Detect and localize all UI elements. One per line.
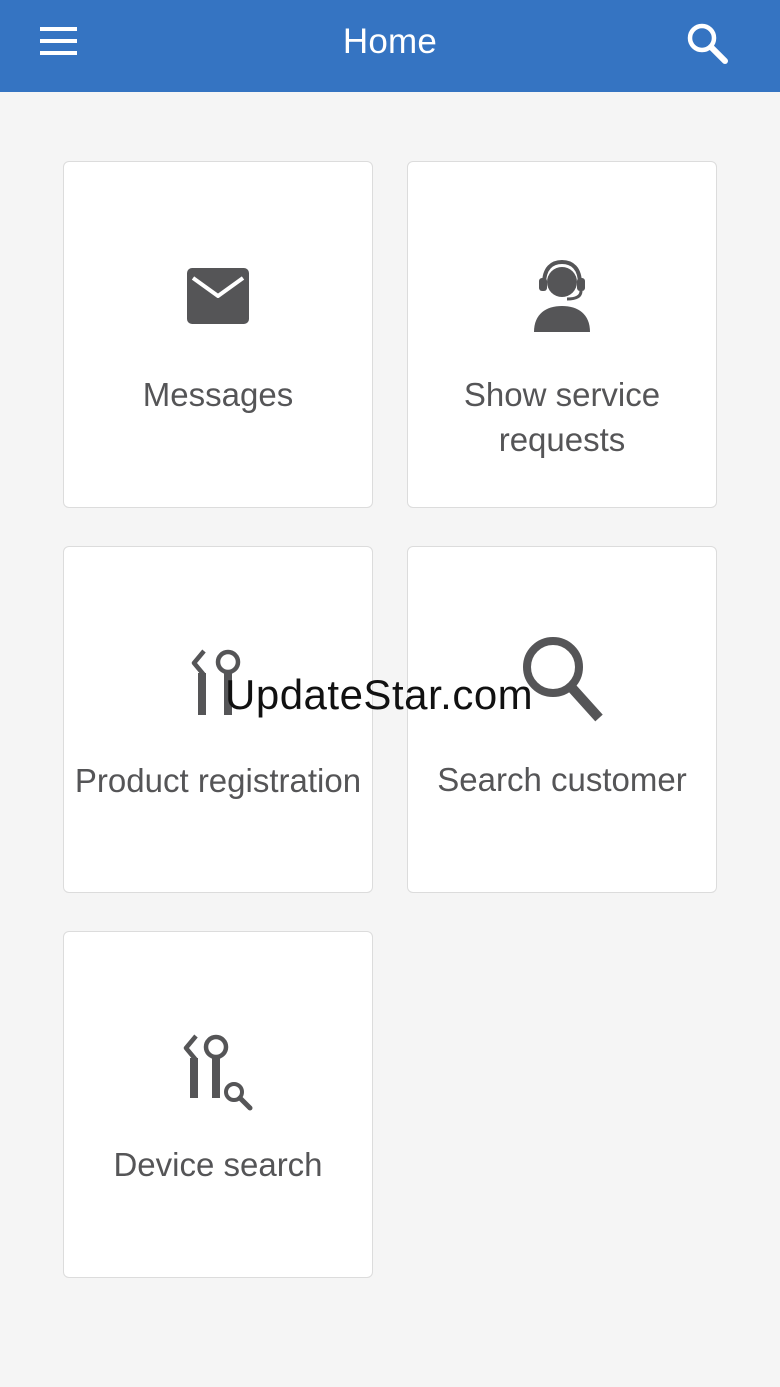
tile-product-registration[interactable]: Product registration [63, 546, 373, 893]
tile-label-search-customer: Search customer [437, 761, 687, 798]
search-button[interactable] [676, 14, 738, 72]
menu-button[interactable] [30, 16, 88, 66]
tile-label-messages: Messages [142, 376, 294, 413]
tile-device-search[interactable]: Device search [63, 931, 373, 1278]
tools-search-icon [183, 1034, 253, 1111]
search-icon [687, 23, 728, 64]
tile-search-customer[interactable]: Search customer [407, 546, 717, 893]
hamburger-menu-icon [40, 27, 77, 55]
app-bar: Home [0, 0, 780, 92]
tile-label-product-registration: Product registration [74, 762, 362, 799]
page-title: Home [342, 22, 438, 61]
tile-label-device-search: Device search [113, 1146, 323, 1183]
tile-show-service-requests[interactable]: Show service requests [407, 161, 717, 508]
tile-label-show-service-requests: Show service requests [463, 376, 661, 458]
tools-icon [191, 649, 241, 715]
envelope-icon [187, 268, 249, 324]
magnifier-icon [523, 637, 603, 722]
headset-agent-icon [534, 259, 590, 332]
tile-messages[interactable]: Messages [63, 161, 373, 508]
